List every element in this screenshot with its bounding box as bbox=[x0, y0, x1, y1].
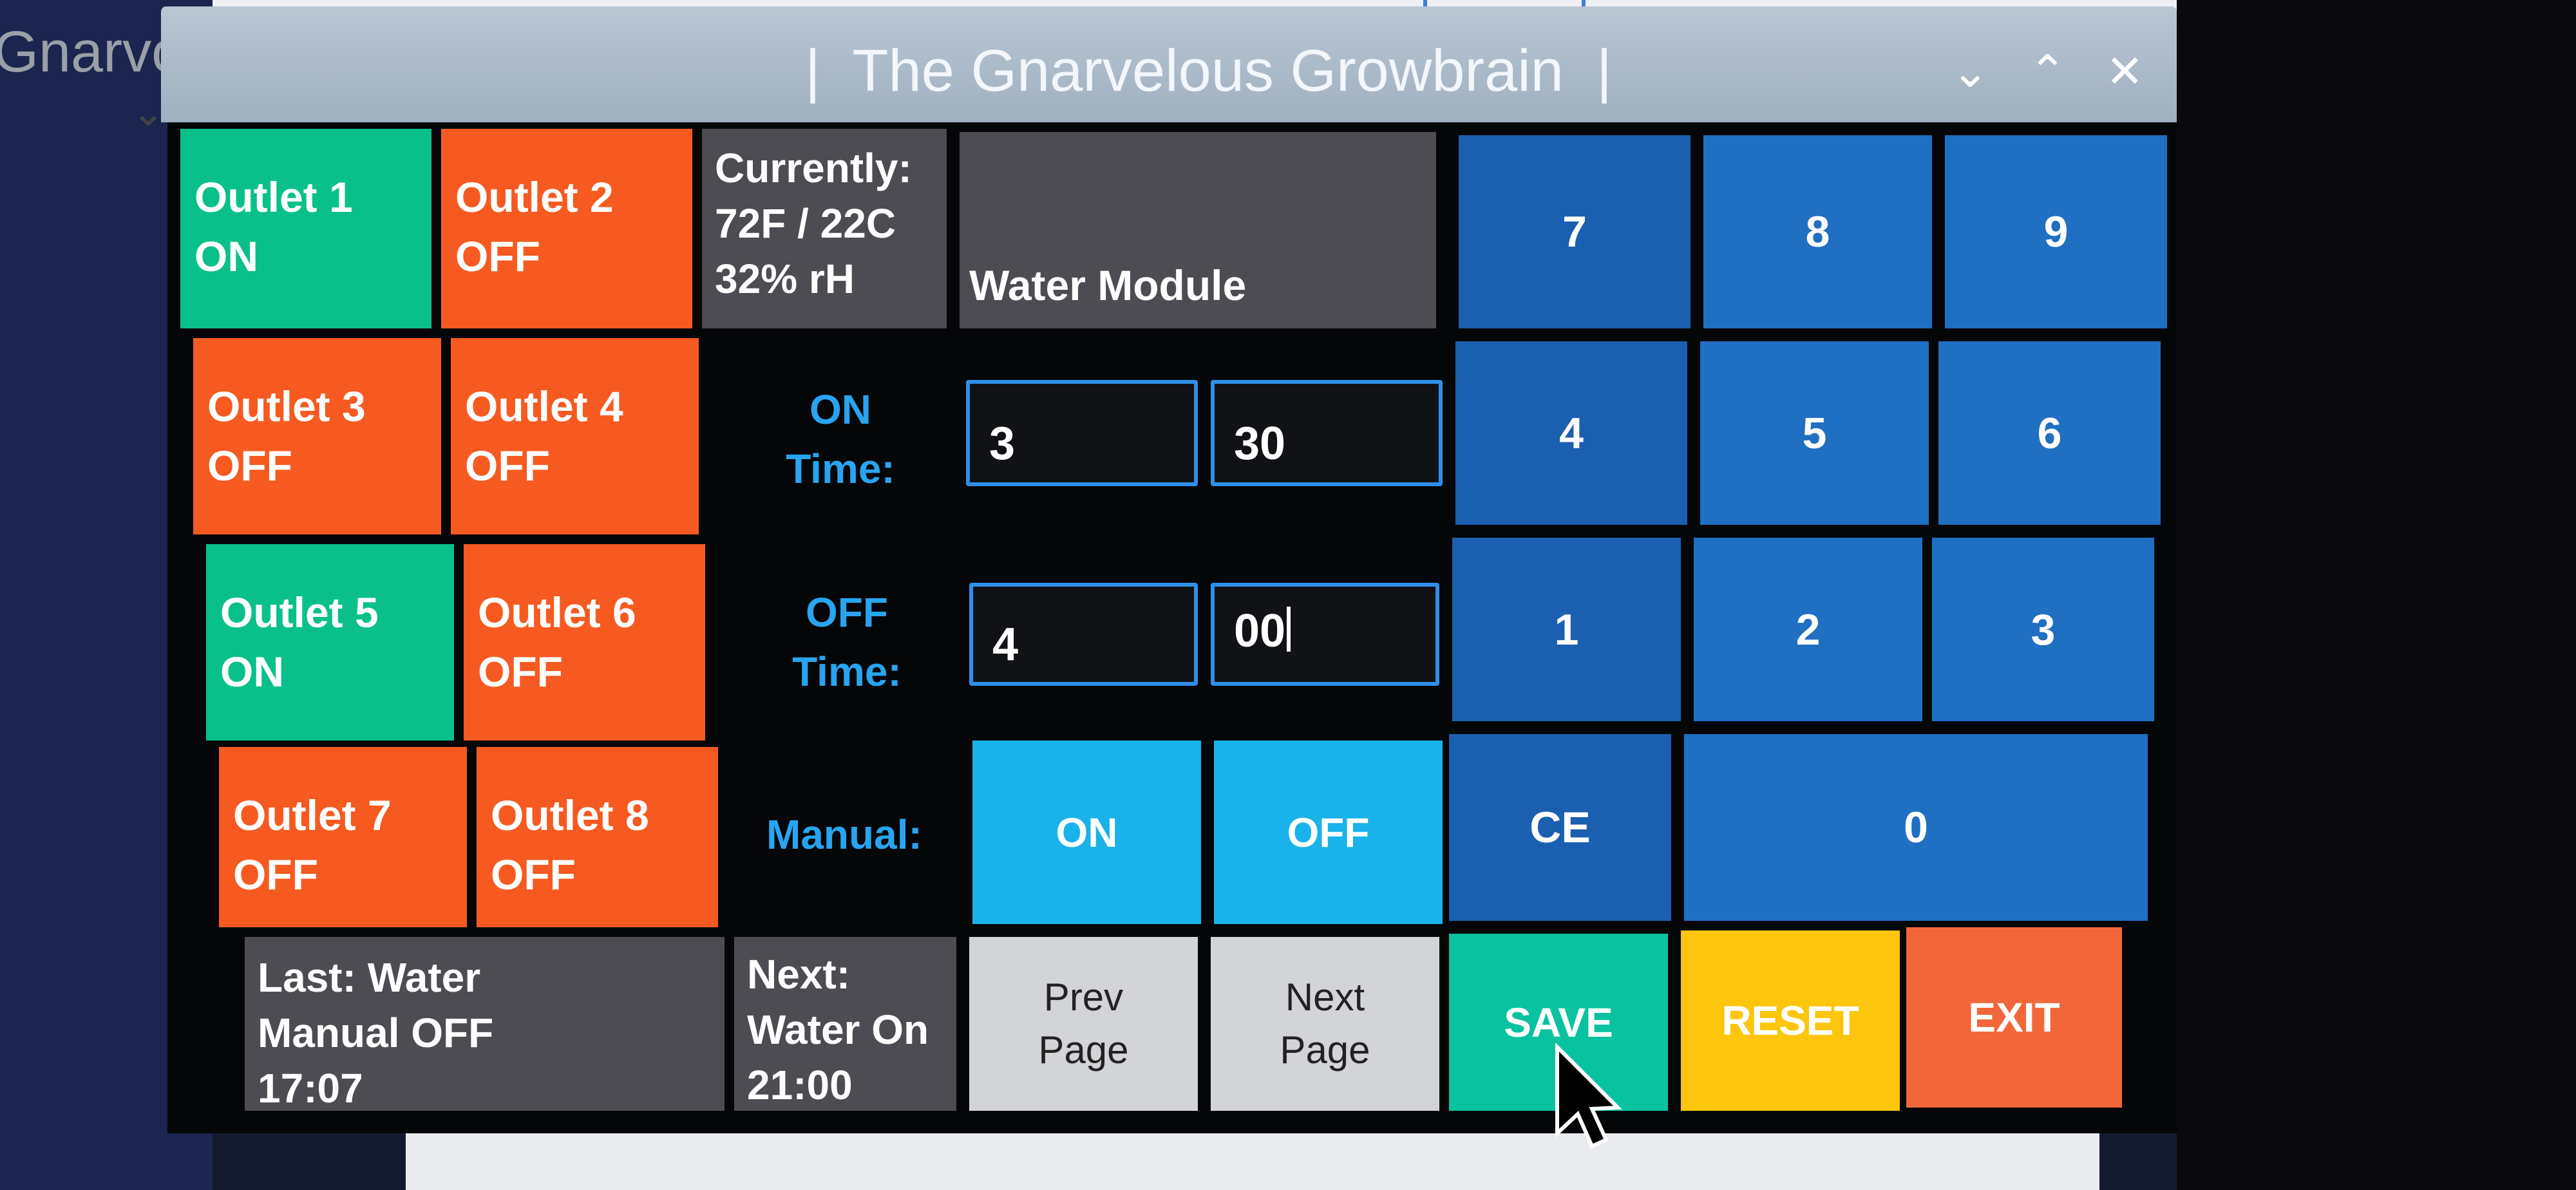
next-page-button[interactable]: Next Page bbox=[1211, 937, 1439, 1111]
keypad-4-button[interactable]: 4 bbox=[1455, 341, 1687, 525]
outlet-state: OFF bbox=[465, 442, 550, 489]
outlet-state: OFF bbox=[478, 648, 563, 695]
outlet-state: OFF bbox=[207, 442, 292, 489]
outlet-state: OFF bbox=[491, 851, 576, 898]
off-time-label-line2: Time: bbox=[792, 648, 902, 695]
background-window-text: Gnarvo bbox=[0, 20, 184, 84]
next-event-time: 21:00 bbox=[747, 1062, 853, 1108]
outlet-1-button[interactable]: Outlet 1 ON bbox=[180, 129, 431, 328]
outlet-2-button[interactable]: Outlet 2 OFF bbox=[441, 129, 692, 328]
prev-page-line2: Page bbox=[1038, 1028, 1129, 1072]
last-event-line1: Last: Water bbox=[258, 954, 481, 1001]
outlet-6-button[interactable]: Outlet 6 OFF bbox=[464, 544, 705, 741]
outlet-5-button[interactable]: Outlet 5 ON bbox=[206, 544, 454, 741]
off-time-label-line1: OFF bbox=[806, 589, 888, 636]
outlet-state: OFF bbox=[455, 232, 540, 280]
on-time-minutes-input[interactable] bbox=[1211, 380, 1443, 486]
keypad-7-button[interactable]: 7 bbox=[1459, 135, 1690, 328]
reset-button[interactable]: RESET bbox=[1681, 930, 1900, 1111]
manual-off-button[interactable]: OFF bbox=[1214, 741, 1443, 924]
off-time-label: OFF Time: bbox=[782, 583, 911, 701]
keypad-6-button[interactable]: 6 bbox=[1938, 341, 2161, 525]
on-time-hours-input[interactable] bbox=[966, 380, 1198, 486]
next-page-line2: Page bbox=[1280, 1028, 1370, 1072]
next-event-line1: Next: bbox=[747, 951, 851, 997]
last-event-time: 17:07 bbox=[258, 1065, 363, 1111]
next-event-line2: Water On bbox=[747, 1006, 929, 1053]
next-event-status: Next: Water On 21:00 bbox=[734, 937, 956, 1111]
on-time-label-line2: Time: bbox=[786, 446, 895, 492]
text-caret bbox=[1287, 607, 1291, 652]
outlet-label: Outlet 3 bbox=[207, 382, 366, 430]
keypad-8-button[interactable]: 8 bbox=[1703, 135, 1932, 328]
outlet-state: ON bbox=[194, 232, 258, 280]
last-event-line2: Manual OFF bbox=[258, 1010, 494, 1056]
temperature-readout: 72F / 22C bbox=[715, 200, 896, 247]
outlet-label: Outlet 4 bbox=[465, 382, 623, 430]
outlet-label: Outlet 6 bbox=[478, 589, 636, 636]
close-icon[interactable]: ✕ bbox=[2106, 45, 2144, 98]
minimize-icon[interactable]: ⌄ bbox=[1951, 45, 1989, 98]
current-conditions: Currently: 72F / 22C 32% rH bbox=[702, 129, 947, 328]
desktop-right-area bbox=[2177, 0, 2576, 1190]
next-page-line1: Next bbox=[1285, 976, 1365, 1019]
outlet-state: OFF bbox=[233, 851, 318, 898]
keypad-clear-entry-button[interactable]: CE bbox=[1449, 734, 1671, 921]
chevron-down-icon: ⌄ bbox=[132, 91, 165, 134]
title-bar[interactable]: | The Gnarvelous Growbrain | ⌄ ⌃ ✕ bbox=[161, 6, 2177, 122]
off-time-minutes-input[interactable]: 00 bbox=[1211, 583, 1439, 686]
outlet-4-button[interactable]: Outlet 4 OFF bbox=[451, 338, 699, 534]
growbrain-window: | The Gnarvelous Growbrain | ⌄ ⌃ ✕ Outle… bbox=[161, 6, 2177, 1133]
manual-label: Manual: bbox=[766, 811, 922, 858]
on-time-label-line1: ON bbox=[810, 386, 871, 433]
manual-on-button[interactable]: ON bbox=[972, 741, 1201, 924]
keypad-2-button[interactable]: 2 bbox=[1694, 538, 1922, 721]
off-time-minutes-value: 00 bbox=[1234, 605, 1286, 657]
control-panel: Outlet 1 ON Outlet 2 OFF Outlet 3 OFF Ou… bbox=[167, 122, 2177, 1133]
keypad-9-button[interactable]: 9 bbox=[1945, 135, 2167, 328]
outlet-label: Outlet 2 bbox=[455, 173, 614, 221]
outlet-8-button[interactable]: Outlet 8 OFF bbox=[477, 747, 718, 927]
outlet-label: Outlet 5 bbox=[220, 589, 379, 636]
keypad-1-button[interactable]: 1 bbox=[1452, 538, 1681, 721]
maximize-icon[interactable]: ⌃ bbox=[2029, 45, 2067, 98]
outlet-7-button[interactable]: Outlet 7 OFF bbox=[219, 747, 467, 927]
prev-page-line1: Prev bbox=[1043, 976, 1124, 1019]
outlet-label: Outlet 8 bbox=[491, 791, 649, 839]
module-title: Water Module bbox=[960, 132, 1436, 328]
exit-button[interactable]: EXIT bbox=[1906, 927, 2122, 1108]
outlet-label: Outlet 1 bbox=[194, 173, 353, 221]
keypad-0-button[interactable]: 0 bbox=[1684, 734, 2148, 921]
outlet-state: ON bbox=[220, 648, 284, 695]
outlet-3-button[interactable]: Outlet 3 OFF bbox=[193, 338, 441, 534]
on-time-label: ON Time: bbox=[776, 380, 905, 498]
last-event-status: Last: Water Manual OFF 17:07 bbox=[245, 937, 724, 1111]
off-time-hours-input[interactable] bbox=[969, 583, 1198, 686]
prev-page-button[interactable]: Prev Page bbox=[969, 937, 1198, 1111]
keypad-5-button[interactable]: 5 bbox=[1700, 341, 1929, 525]
current-label: Currently: bbox=[715, 145, 912, 191]
keypad-3-button[interactable]: 3 bbox=[1932, 538, 2154, 721]
humidity-readout: 32% rH bbox=[715, 256, 855, 302]
outlet-label: Outlet 7 bbox=[233, 791, 392, 839]
window-title: | The Gnarvelous Growbrain | bbox=[805, 38, 1612, 104]
mouse-cursor-icon bbox=[1555, 1043, 1622, 1149]
